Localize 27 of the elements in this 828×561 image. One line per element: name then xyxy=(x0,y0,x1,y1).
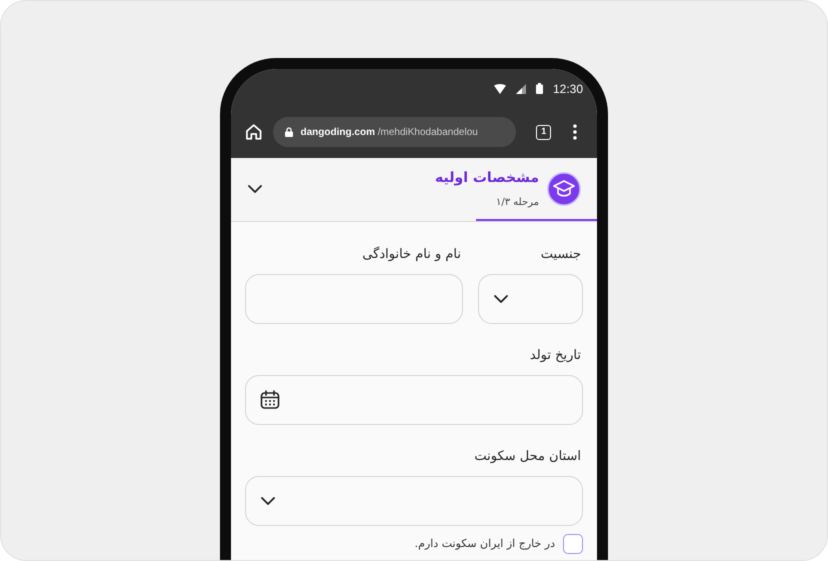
step-counter: مرحله ۱/۳ xyxy=(494,196,539,210)
lock-icon xyxy=(284,127,293,137)
checkbox-label: در خارج از ایران سکونت دارم. xyxy=(414,536,555,552)
signal-icon xyxy=(516,84,526,94)
chevron-down-icon xyxy=(493,294,509,304)
select-field[interactable] xyxy=(245,476,583,526)
url-text: dangoding.com /mehdiKhodabandelou xyxy=(300,126,478,140)
date-field[interactable] xyxy=(245,375,583,425)
battery-icon xyxy=(536,83,543,94)
step-title: مشخصات اولیه xyxy=(435,168,539,188)
field-label: تاریخ تولد xyxy=(528,348,582,364)
url-bar[interactable]: dangoding.com /mehdiKhodabandelou xyxy=(272,117,516,147)
graduation-cap-icon xyxy=(547,172,581,206)
field-label: استان محل سکونت xyxy=(473,449,582,465)
field-label: نام و نام خانوادگی xyxy=(361,247,462,263)
input-field[interactable] xyxy=(245,274,463,324)
chevron-down-icon xyxy=(260,496,276,506)
tab-count[interactable]: 1 xyxy=(536,124,552,140)
checkbox[interactable] xyxy=(563,534,583,554)
chevron-down-icon xyxy=(247,184,263,194)
calendar-icon xyxy=(260,390,280,410)
field-label: جنسیت xyxy=(540,247,582,263)
home-icon[interactable] xyxy=(245,123,263,141)
wifi-icon xyxy=(494,84,506,94)
select-field[interactable] xyxy=(478,274,583,324)
clock-time: 12:30 xyxy=(552,80,583,98)
menu-icon[interactable] xyxy=(573,124,577,140)
